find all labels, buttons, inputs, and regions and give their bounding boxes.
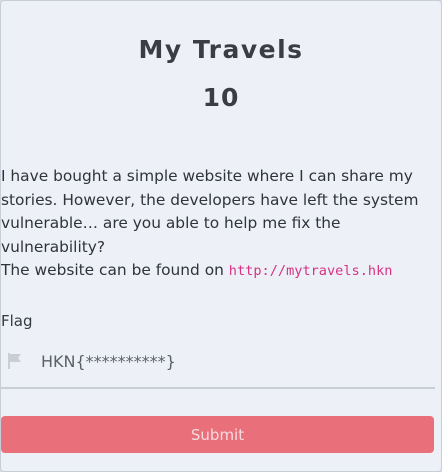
description-line-4-prefix: The website can be found on bbox=[1, 261, 229, 279]
flag-input[interactable] bbox=[41, 346, 421, 376]
flag-icon bbox=[7, 352, 23, 370]
submit-button[interactable]: Submit bbox=[1, 416, 434, 453]
challenge-description: I have bought a simple website where I c… bbox=[1, 165, 441, 284]
challenge-modal: My Travels 10 I have bought a simple web… bbox=[0, 0, 442, 472]
description-line-1: I have bought a simple website where I c… bbox=[1, 167, 413, 185]
description-line-3: vulnerable… are you able to help me fix … bbox=[1, 214, 341, 256]
flag-input-group bbox=[1, 339, 435, 389]
flag-label: Flag bbox=[1, 312, 33, 330]
challenge-url: http://mytravels.hkn bbox=[228, 263, 393, 279]
challenge-points: 10 bbox=[202, 83, 240, 112]
challenge-title: My Travels bbox=[138, 35, 304, 64]
description-line-2: stories. However, the developers have le… bbox=[1, 190, 419, 209]
